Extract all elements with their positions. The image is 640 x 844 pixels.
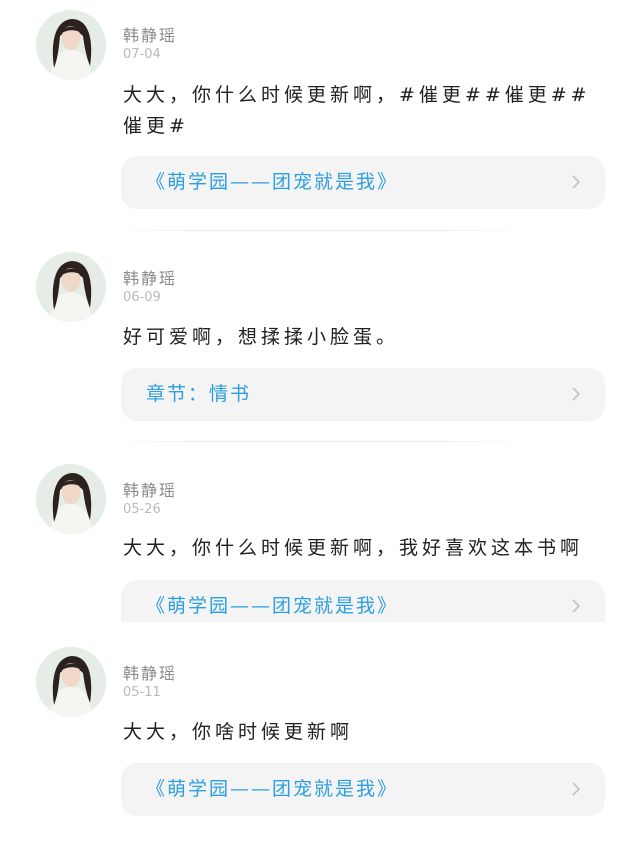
comment-text: 好可爱啊，想揉揉小脸蛋。 [123,326,400,348]
book-link-label: 《萌学园——团宠就是我》 [146,171,399,193]
comment-date: 07-04 [123,47,161,62]
book-link-card[interactable]: 《萌学园——团宠就是我》 [121,763,605,816]
comment-username[interactable]: 韩静瑶 [123,477,177,501]
comment-username[interactable]: 韩静瑶 [123,660,177,684]
comment-text: 大大，你什么时候更新啊，我好喜欢这本书啊 [123,537,584,559]
avatar-image [36,647,106,717]
divider [110,230,525,231]
avatar-image [36,464,106,534]
comment-username[interactable]: 韩静瑶 [123,22,177,46]
book-link-card[interactable]: 《萌学园——团宠就是我》 [121,580,605,622]
book-link-card[interactable]: 《萌学园——团宠就是我》 [121,156,605,209]
comment-text: 大大，你啥时候更新啊 [123,721,354,743]
avatar[interactable] [36,464,106,534]
comment-date: 06-09 [123,290,161,305]
avatar-image [36,10,106,80]
avatar[interactable] [36,252,106,322]
avatar[interactable] [36,647,106,717]
comment-date: 05-26 [123,502,161,517]
chapter-link-label: 章节：情书 [146,383,252,405]
comment-text: 大大，你什么时候更新啊，#催更##催更##催更# [123,84,591,137]
book-link-label: 《萌学园——团宠就是我》 [146,595,399,617]
book-link-label: 《萌学园——团宠就是我》 [146,778,399,800]
divider [110,441,525,442]
comment-username[interactable]: 韩静瑶 [123,265,177,289]
chapter-link-card[interactable]: 章节：情书 [121,368,605,421]
chevron-right-icon [572,387,581,401]
avatar[interactable] [36,10,106,80]
chevron-right-icon [572,175,581,189]
avatar-image [36,252,106,322]
chevron-right-icon [572,782,581,796]
chevron-right-icon [572,599,581,613]
comment-date: 05-11 [123,685,161,700]
